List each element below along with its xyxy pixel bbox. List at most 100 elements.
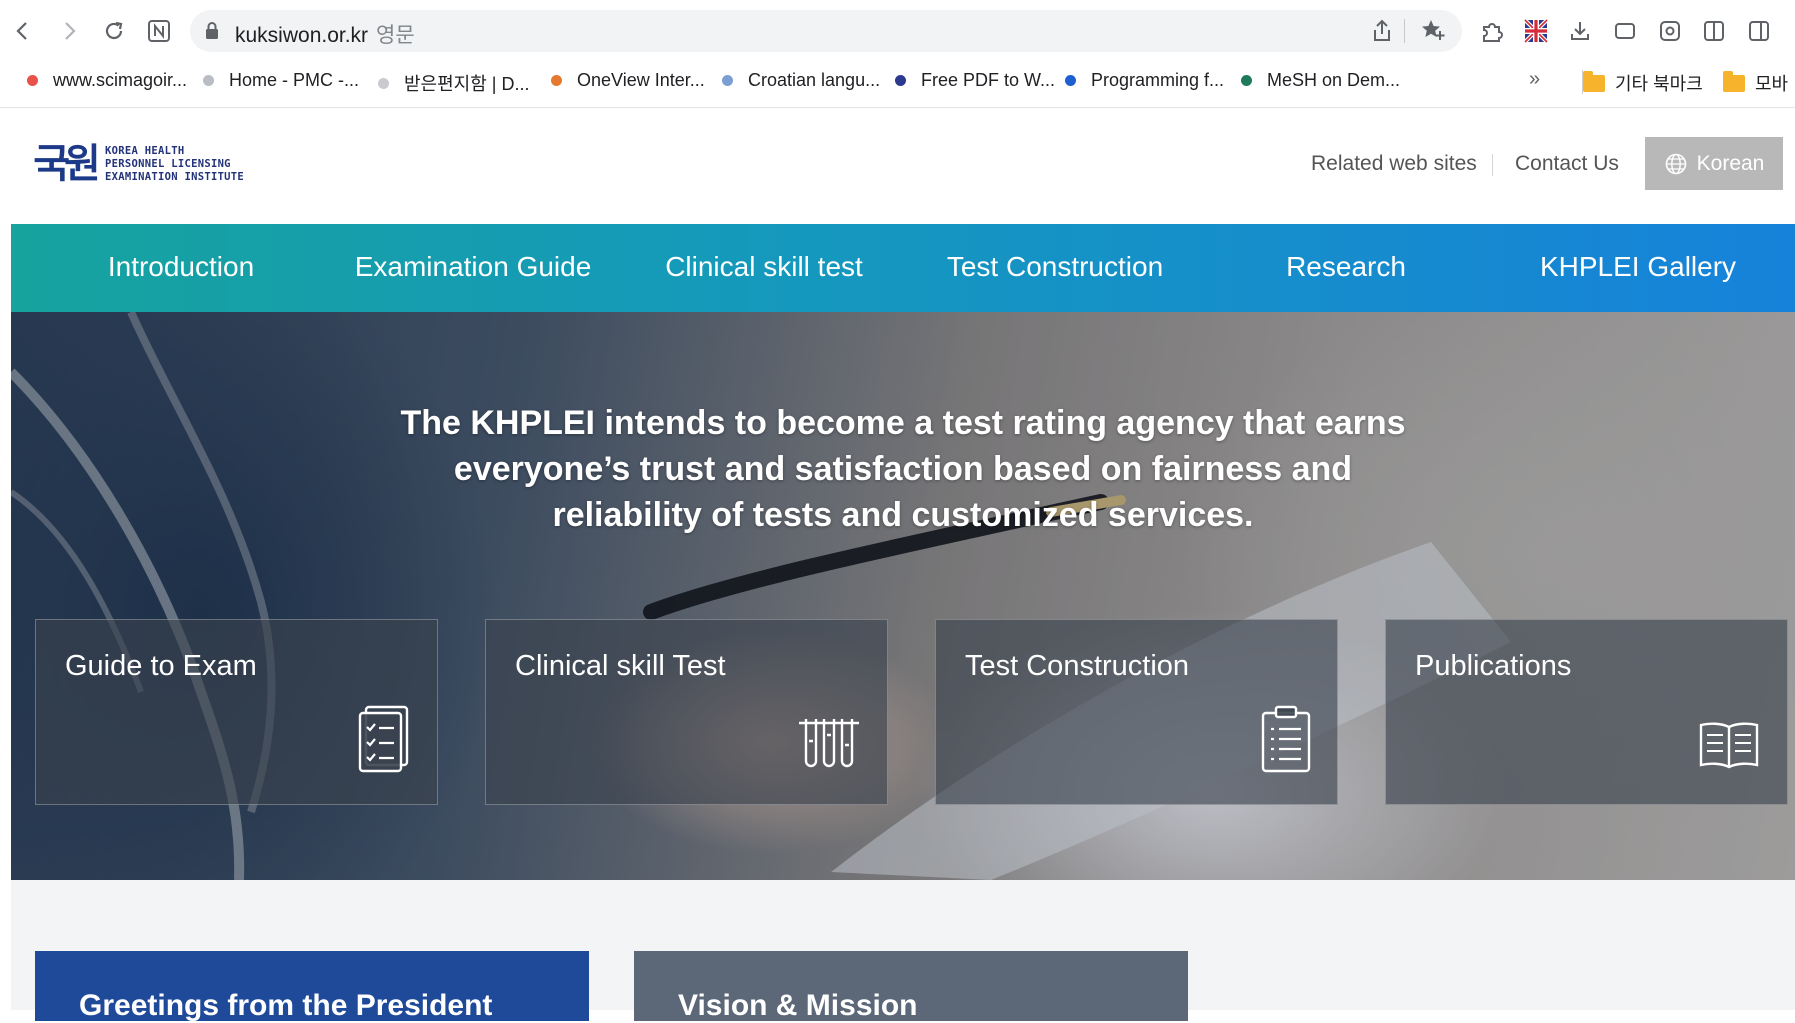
bookmark-item[interactable]: Programming f... xyxy=(1065,70,1224,91)
bookmark-favicon xyxy=(895,75,906,86)
bookmark-favicon xyxy=(378,77,389,89)
hero-statement: The KHPLEI intends to become a test rati… xyxy=(311,400,1495,538)
bookmark-label: www.scimagoir... xyxy=(53,70,188,90)
download-icon xyxy=(1571,22,1589,40)
logo-mark: 국원 xyxy=(33,141,101,187)
bookmark-favicon xyxy=(722,75,733,86)
checklist-icon xyxy=(357,705,411,778)
panel-greetings[interactable]: Greetings from the President xyxy=(35,951,589,1022)
language-label: Korean xyxy=(1696,151,1765,175)
nav-khplei-gallery[interactable]: KHPLEI Gallery xyxy=(1540,251,1736,283)
open-book-icon xyxy=(1697,719,1761,778)
split-view-button[interactable] xyxy=(1697,14,1731,48)
card-title: Publications xyxy=(1415,650,1572,682)
card-title: Clinical skill Test xyxy=(515,650,726,682)
bookmark-item[interactable]: Home - PMC -... xyxy=(203,70,359,91)
contact-us-link[interactable]: Contact Us xyxy=(1515,152,1619,176)
capture-icon xyxy=(1660,21,1680,41)
share-icon[interactable] xyxy=(1370,18,1394,49)
nav-examination-guide[interactable]: Examination Guide xyxy=(355,251,592,283)
bookmarks-bar: www.scimagoir... Home - PMC -... 받은편지함 |… xyxy=(20,64,1795,100)
panel-title: Greetings from the President xyxy=(79,989,493,1022)
cast-icon xyxy=(1615,23,1635,39)
side-panel-button[interactable] xyxy=(1742,14,1776,48)
site-header: 국원 KOREA HEALTH PERSONNEL LICENSING EXAM… xyxy=(11,108,1795,224)
hero-line: reliability of tests and customized serv… xyxy=(552,496,1254,534)
panel-vision-mission[interactable]: Vision & Mission xyxy=(634,951,1188,1022)
bookmark-item[interactable]: MeSH on Dem... xyxy=(1241,70,1400,91)
lock-icon xyxy=(204,21,220,46)
bookmark-favicon xyxy=(551,75,562,86)
bookmarks-overflow-button[interactable]: » xyxy=(1529,68,1540,91)
folder-label: 모바 xyxy=(1755,74,1789,94)
logo-line: PERSONNEL LICENSING xyxy=(105,157,231,170)
card-clinical-skill-test[interactable]: Clinical skill Test xyxy=(485,619,888,805)
card-test-construction[interactable]: Test Construction xyxy=(935,619,1338,805)
forward-button[interactable] xyxy=(52,14,86,48)
bookmark-star-icon[interactable] xyxy=(1420,18,1448,49)
bookmark-label: Home - PMC -... xyxy=(229,70,360,90)
bookmark-item[interactable]: Croatian langu... xyxy=(722,70,880,91)
logo-line: EXAMINATION INSTITUTE xyxy=(105,170,245,183)
bookmark-favicon xyxy=(1065,75,1076,86)
bookmark-label: MeSH on Dem... xyxy=(1267,70,1401,90)
logo-text: KOREA HEALTH PERSONNEL LICENSING EXAMINA… xyxy=(105,145,244,184)
downloads-button[interactable] xyxy=(1563,14,1597,48)
uk-flag-icon xyxy=(1524,19,1548,43)
related-sites-link[interactable]: Related web sites xyxy=(1311,152,1477,176)
bookmark-label: Croatian langu... xyxy=(748,70,881,90)
puzzle-icon xyxy=(1483,23,1503,42)
media-button[interactable] xyxy=(1608,14,1642,48)
address-bar[interactable]: kuksiwon.or.kr 영문 xyxy=(190,10,1462,52)
panel-title: Vision & Mission xyxy=(678,989,918,1022)
bookmark-item[interactable]: Free PDF to W... xyxy=(895,70,1055,91)
folder-icon xyxy=(1723,70,1745,92)
url-text: kuksiwon.or.kr 영문 xyxy=(235,19,415,49)
browser-chrome: kuksiwon.or.kr 영문 www.scimagoir... Home -… xyxy=(0,0,1795,108)
hero-line: everyone’s trust and satisfaction based … xyxy=(453,450,1353,488)
side-panel-icon xyxy=(1749,21,1769,41)
naver-extension-button[interactable] xyxy=(142,14,176,48)
nav-research[interactable]: Research xyxy=(1286,251,1406,283)
globe-icon xyxy=(1664,152,1688,176)
naver-n-icon xyxy=(148,20,170,42)
extension-puzzle-button[interactable] xyxy=(1475,14,1509,48)
bookmark-label: 받은편지함 | D... xyxy=(404,74,530,94)
bookmark-item[interactable]: OneView Inter... xyxy=(551,70,705,91)
card-guide-to-exam[interactable]: Guide to Exam xyxy=(35,619,438,805)
card-title: Guide to Exam xyxy=(65,650,257,682)
hero-line: The KHPLEI intends to become a test rati… xyxy=(400,404,1406,442)
card-title: Test Construction xyxy=(965,650,1190,682)
screenshot-button[interactable] xyxy=(1653,14,1687,48)
hero-banner: The KHPLEI intends to become a test rati… xyxy=(11,312,1795,880)
language-flag-button[interactable] xyxy=(1519,14,1553,48)
test-tubes-icon xyxy=(797,717,861,778)
forward-arrow-icon xyxy=(65,22,76,40)
url-host: kuksiwon.or.kr xyxy=(235,24,369,47)
bookmark-folder-mobile[interactable]: 모바 xyxy=(1723,70,1788,96)
bookmark-folder-other[interactable]: 기타 북마크 xyxy=(1583,70,1703,96)
utility-divider xyxy=(1492,154,1493,176)
nav-clinical-skill-test[interactable]: Clinical skill test xyxy=(665,251,863,283)
bookmark-favicon xyxy=(27,75,38,86)
back-button[interactable] xyxy=(6,14,40,48)
reload-button[interactable] xyxy=(97,14,131,48)
bookmark-item[interactable]: 받은편지함 | D... xyxy=(378,70,529,96)
bookmark-label: OneView Inter... xyxy=(577,70,705,90)
card-publications[interactable]: Publications xyxy=(1385,619,1788,805)
clipboard-icon xyxy=(1261,705,1311,778)
content-section: Greetings from the President Vision & Mi… xyxy=(11,880,1795,1022)
bookmark-label: Free PDF to W... xyxy=(921,70,1056,90)
url-suffix: 영문 xyxy=(376,24,415,47)
split-view-icon xyxy=(1704,21,1724,41)
nav-test-construction[interactable]: Test Construction xyxy=(947,251,1163,283)
language-button[interactable]: Korean xyxy=(1645,137,1783,190)
bookmark-favicon xyxy=(1241,75,1252,86)
site-logo[interactable]: 국원 KOREA HEALTH PERSONNEL LICENSING EXAM… xyxy=(33,134,244,194)
nav-introduction[interactable]: Introduction xyxy=(108,251,254,283)
folder-icon xyxy=(1583,70,1605,92)
bookmark-favicon xyxy=(203,75,214,86)
bookmark-item[interactable]: www.scimagoir... xyxy=(27,70,187,91)
logo-line: KOREA HEALTH xyxy=(105,144,185,157)
main-navigation: Introduction Examination Guide Clinical … xyxy=(11,224,1795,312)
